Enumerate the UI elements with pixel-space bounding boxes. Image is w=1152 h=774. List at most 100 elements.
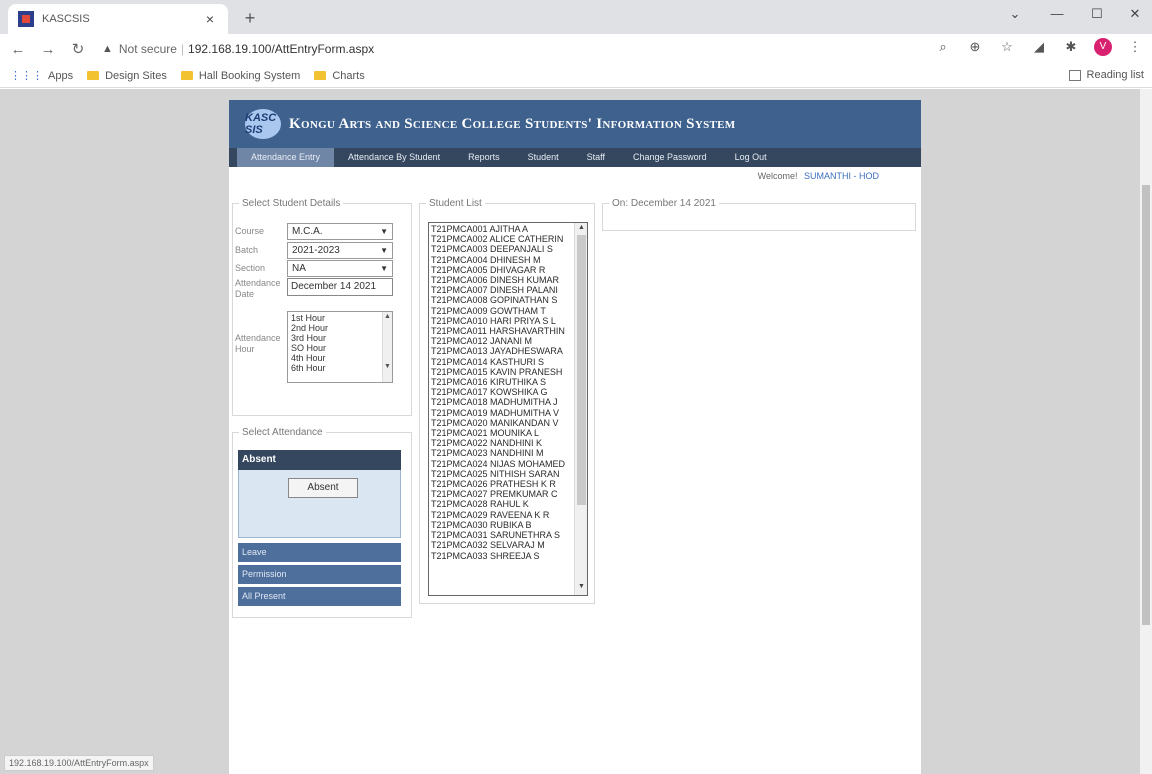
reading-list-icon (1068, 69, 1081, 81)
browser-tab[interactable]: KASCSIS × (8, 4, 228, 34)
student-option[interactable]: T21PMCA004 DHINESH M (431, 255, 573, 265)
bookmark-apps[interactable]: ⋮⋮⋮ Apps (10, 69, 74, 83)
attendance-legend: Select Attendance (242, 427, 323, 438)
student-option[interactable]: T21PMCA012 JANANI M (431, 336, 573, 346)
absent-header[interactable]: Absent (238, 450, 401, 470)
student-option[interactable]: T21PMCA033 SHREEJA S (431, 551, 573, 561)
student-option[interactable]: T21PMCA018 MADHUMITHA J (431, 397, 573, 407)
student-option[interactable]: T21PMCA024 NIJAS MOHAMED (431, 459, 573, 469)
warning-icon[interactable]: ▲ (102, 43, 113, 55)
student-listbox[interactable]: T21PMCA001 AJITHA A T21PMCA002 ALICE CATH… (428, 222, 588, 596)
folder-icon (180, 71, 193, 80)
student-option[interactable]: T21PMCA008 GOPINATHAN S (431, 295, 573, 305)
student-option[interactable]: T21PMCA026 PRATHESH K R (431, 479, 573, 489)
tab-search-icon[interactable]: ⌄ (1000, 6, 1030, 22)
batch-select[interactable]: 2021-2023 ▼ (287, 242, 393, 259)
student-option[interactable]: T21PMCA009 GOWTHAM T (431, 306, 573, 316)
course-select[interactable]: M.C.A. ▼ (287, 223, 393, 240)
not-secure-label: Not secure (118, 42, 177, 56)
student-option[interactable]: T21PMCA011 HARSHAVARTHIN (431, 326, 573, 336)
menu-dots-icon[interactable]: ⋮ (1126, 39, 1144, 55)
student-option[interactable]: T21PMCA001 AJITHA A (431, 224, 573, 234)
permission-bar[interactable]: Permission (238, 565, 401, 584)
apps-grid-icon: ⋮⋮⋮ (10, 70, 43, 82)
hour-option[interactable]: 4th Hour (291, 353, 389, 363)
student-option[interactable]: T21PMCA016 KIRUTHIKA S (431, 377, 573, 387)
url-text: 192.168.19.100/AttEntryForm.aspx (188, 42, 375, 56)
all-present-bar[interactable]: All Present (238, 587, 401, 606)
student-option[interactable]: T21PMCA027 PREMKUMAR C (431, 489, 573, 499)
menu-attendance-entry[interactable]: Attendance Entry (237, 148, 335, 167)
leave-bar[interactable]: Leave (238, 543, 401, 562)
close-window-icon[interactable]: ✕ (1120, 6, 1150, 22)
attendance-hour-list[interactable]: 1st Hour 2nd Hour 3rd Hour SO Hour 4th H… (287, 311, 393, 383)
bookmark-charts[interactable]: Charts (314, 70, 365, 82)
minimize-icon[interactable]: — (1042, 6, 1072, 21)
student-option[interactable]: T21PMCA010 HARI PRIYA S L (431, 316, 573, 326)
maximize-icon[interactable]: ☐ (1082, 6, 1112, 22)
zoom-icon[interactable]: ⌕ (934, 39, 952, 55)
student-option[interactable]: T21PMCA014 KASTHURI S (431, 357, 573, 367)
menu-staff[interactable]: Staff (573, 148, 619, 167)
hour-option[interactable]: 3rd Hour (291, 333, 389, 343)
absent-button[interactable]: Absent (288, 478, 358, 498)
scroll-up-icon[interactable]: ▲ (575, 224, 587, 231)
student-option[interactable]: T21PMCA032 SELVARAJ M (431, 540, 573, 550)
bookmark-label: Apps (48, 69, 74, 82)
date-label: Attendance Date (235, 278, 281, 299)
student-option[interactable]: T21PMCA007 DINESH PALANI (431, 285, 573, 295)
student-option[interactable]: T21PMCA028 RAHUL K (431, 499, 573, 509)
student-details-legend: Select Student Details (242, 198, 341, 209)
hour-option[interactable]: SO Hour (291, 343, 389, 353)
student-option[interactable]: T21PMCA030 RUBIKA B (431, 520, 573, 530)
menu-attendance-by-student[interactable]: Attendance By Student (334, 148, 454, 167)
student-list-scroll-thumb[interactable] (577, 235, 586, 505)
reading-list-button[interactable]: Reading list (1068, 69, 1144, 81)
forward-icon[interactable]: → (36, 41, 60, 58)
hour-option[interactable]: 1st Hour (291, 313, 389, 323)
student-option[interactable]: T21PMCA006 DINESH KUMAR (431, 275, 573, 285)
bookmark-hall-booking[interactable]: Hall Booking System (180, 70, 300, 82)
page-scroll-thumb[interactable] (1142, 185, 1150, 625)
student-option[interactable]: T21PMCA020 MANIKANDAN V (431, 418, 573, 428)
hour-option[interactable]: 2nd Hour (291, 323, 389, 333)
student-list-scrollbar[interactable]: ▲ ▼ (574, 223, 587, 595)
menu-log-out[interactable]: Log Out (721, 148, 781, 167)
app-page: KASC SIS Kongu Arts and Science College … (229, 100, 921, 774)
puzzle-icon[interactable]: ✱ (1062, 39, 1080, 55)
student-option[interactable]: T21PMCA021 MOUNIKA L (431, 428, 573, 438)
student-option[interactable]: T21PMCA031 SARUNETHRA S (431, 530, 573, 540)
url-field[interactable]: ▲ Not secure | 192.168.19.100/AttEntryFo… (102, 38, 922, 60)
star-icon[interactable]: ☆ (998, 39, 1016, 55)
menu-change-password[interactable]: Change Password (619, 148, 721, 167)
close-tab-icon[interactable]: × (202, 11, 218, 27)
favicon-icon (18, 11, 34, 27)
student-option[interactable]: T21PMCA019 MADHUMITHA V (431, 408, 573, 418)
bookmark-design-sites[interactable]: Design Sites (87, 70, 167, 82)
back-icon[interactable]: ← (6, 41, 30, 58)
profile-avatar[interactable]: V (1094, 38, 1112, 56)
section-select[interactable]: NA ▼ (287, 260, 393, 277)
student-option[interactable]: T21PMCA015 KAVIN PRANESH (431, 367, 573, 377)
student-option[interactable]: T21PMCA005 DHIVAGAR R (431, 265, 573, 275)
menu-reports[interactable]: Reports (454, 148, 514, 167)
student-option[interactable]: T21PMCA023 NANDHINI M (431, 448, 573, 458)
attendance-date-input[interactable]: December 14 2021 (287, 278, 393, 296)
hour-option[interactable]: 6th Hour (291, 363, 389, 373)
scroll-down-icon[interactable]: ▼ (575, 583, 587, 590)
extension-icon[interactable]: ◢ (1030, 39, 1048, 55)
student-option[interactable]: T21PMCA003 DEEPANJALI S (431, 244, 573, 254)
menu-student[interactable]: Student (514, 148, 573, 167)
reload-icon[interactable]: ↻ (66, 40, 90, 58)
translate-icon[interactable]: ⊕ (966, 39, 984, 55)
hour-list-scrollbar[interactable]: ▲ ▼ (382, 312, 392, 382)
student-option[interactable]: T21PMCA017 KOWSHIKA G (431, 387, 573, 397)
student-option[interactable]: T21PMCA022 NANDHINI K (431, 438, 573, 448)
student-option[interactable]: T21PMCA025 NITHISH SARAN (431, 469, 573, 479)
batch-label: Batch (235, 245, 259, 255)
student-option[interactable]: T21PMCA029 RAVEENA K R (431, 510, 573, 520)
new-tab-button[interactable]: + (240, 8, 260, 29)
student-option[interactable]: T21PMCA013 JAYADHESWARA (431, 346, 573, 356)
page-scrollbar[interactable] (1140, 89, 1152, 774)
student-option[interactable]: T21PMCA002 ALICE CATHERIN (431, 234, 573, 244)
